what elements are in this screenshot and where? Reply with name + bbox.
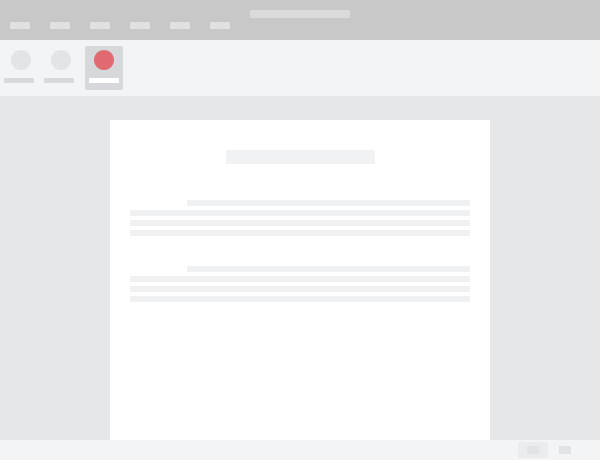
paragraph-1-line-3 xyxy=(130,220,470,226)
paragraph-2-line-4 xyxy=(130,296,470,302)
menu-item-6[interactable] xyxy=(210,22,230,29)
menu-item-3[interactable] xyxy=(90,22,110,29)
view-mode-button-1[interactable] xyxy=(518,442,548,458)
title-bar xyxy=(0,0,600,40)
menu-item-2[interactable] xyxy=(50,22,70,29)
record-icon xyxy=(94,50,114,70)
paragraph-2-line-2 xyxy=(130,276,470,282)
paragraph-2-line-1 xyxy=(187,266,470,272)
status-bar xyxy=(0,440,600,460)
document-title xyxy=(226,150,375,164)
ribbon-tool-3-label xyxy=(89,78,119,83)
ribbon-tool-1-label xyxy=(4,78,34,83)
circle-icon xyxy=(51,50,71,70)
paragraph-1-line-2 xyxy=(130,210,470,216)
paragraph-1-line-4 xyxy=(130,230,470,236)
menu-item-4[interactable] xyxy=(130,22,150,29)
menu-item-1[interactable] xyxy=(10,22,30,29)
menu-item-5[interactable] xyxy=(170,22,190,29)
word-processor-window xyxy=(0,0,600,460)
view-mode-button-2[interactable] xyxy=(554,442,576,458)
ribbon-tool-2-label xyxy=(44,78,74,83)
paragraph-1-line-1 xyxy=(187,200,470,206)
web-view-icon xyxy=(559,446,571,454)
circle-icon xyxy=(11,50,31,70)
ribbon-tool-record-active[interactable] xyxy=(85,46,123,90)
ribbon-tool-1[interactable] xyxy=(2,46,40,90)
paragraph-2-line-3 xyxy=(130,286,470,292)
ribbon-toolbar xyxy=(0,40,600,96)
ribbon-tool-2[interactable] xyxy=(42,46,80,90)
document-page[interactable] xyxy=(110,120,490,440)
window-title xyxy=(250,10,350,18)
page-view-icon xyxy=(527,446,539,454)
